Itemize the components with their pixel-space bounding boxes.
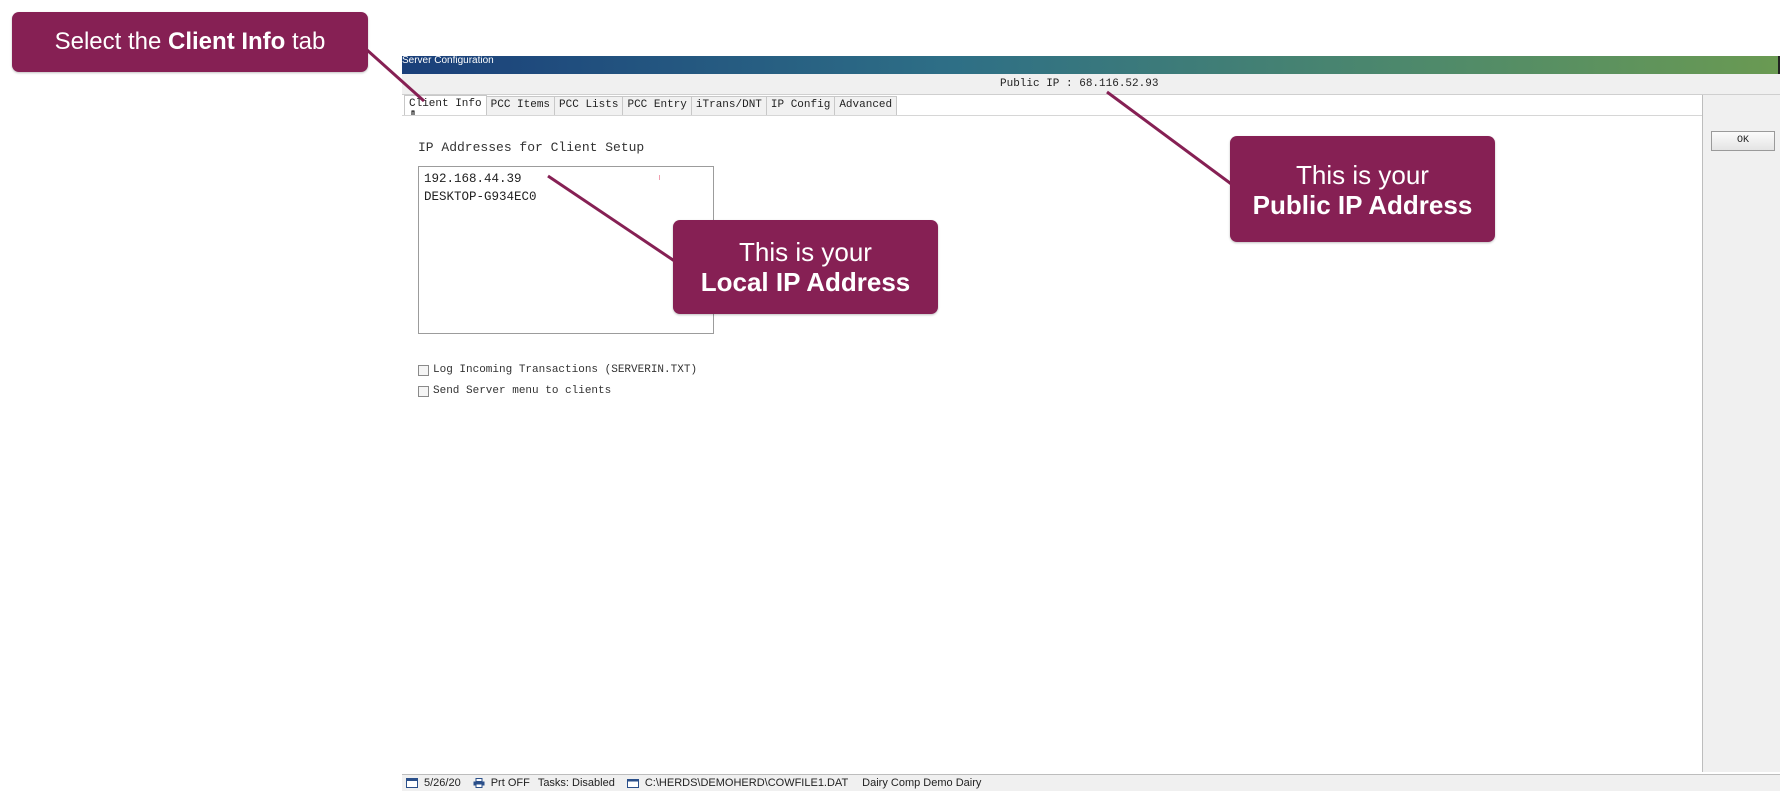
- tab-itrans-dnt[interactable]: iTrans/DNT: [690, 96, 767, 116]
- ip-address-list[interactable]: 192.168.44.39 DESKTOP-G934EC0: [418, 166, 714, 334]
- tab-pcc-lists[interactable]: PCC Lists: [554, 96, 624, 116]
- callout-line2: Local IP Address: [700, 267, 911, 297]
- status-file-path: C:\HERDS\DEMOHERD\COWFILE1.DAT: [644, 777, 849, 789]
- tab-ip-config[interactable]: IP Config: [765, 96, 836, 116]
- tab-pcc-items[interactable]: PCC Items: [485, 96, 556, 116]
- tab-strip: Client Info PCC Items PCC Lists PCC Entr…: [404, 95, 898, 116]
- ok-button[interactable]: OK: [1711, 131, 1775, 151]
- log-transactions-label: Log Incoming Transactions (SERVERIN.TXT): [433, 364, 698, 376]
- log-transactions-checkbox[interactable]: [418, 364, 429, 376]
- status-bar: 5/26/20 Prt OFF Tasks: Disabled C:\HERDS…: [402, 774, 1780, 791]
- hostname-entry[interactable]: DESKTOP-G934EC0: [424, 190, 537, 204]
- status-tasks: Tasks: Disabled: [537, 777, 615, 789]
- text-caret: [659, 175, 660, 180]
- client-info-callout: Select the Client Info tab: [12, 12, 368, 72]
- callout-bold: Client Info: [168, 28, 286, 55]
- title-bar: Server Configuration: [402, 55, 1780, 80]
- status-printer: Prt OFF: [490, 777, 530, 789]
- tab-advanced[interactable]: Advanced: [834, 96, 898, 116]
- callout-line2: Public IP Address: [1252, 190, 1473, 220]
- window-title: Server Configuration: [402, 55, 494, 66]
- log-transactions-option[interactable]: Log Incoming Transactions (SERVERIN.TXT): [418, 364, 697, 376]
- public-ip-readout: Public IP : 68.116.52.93: [1000, 78, 1159, 90]
- status-date: 5/26/20: [424, 777, 461, 789]
- callout-prefix: Select the: [54, 28, 169, 55]
- public-ip-callout: This is your Public IP Address: [1230, 136, 1495, 242]
- tab-pcc-entry[interactable]: PCC Entry: [622, 96, 692, 116]
- callout-line1: This is your: [1296, 160, 1429, 190]
- send-menu-checkbox[interactable]: [418, 385, 429, 397]
- callout-line1: This is your: [739, 237, 872, 267]
- callout-suffix: tab: [285, 28, 326, 55]
- ip-addresses-heading: IP Addresses for Client Setup: [418, 140, 645, 155]
- public-ip-bar: Public IP : 68.116.52.93: [402, 74, 1780, 95]
- local-ip-callout: This is your Local IP Address: [673, 220, 938, 314]
- folder-icon: [626, 779, 639, 788]
- calendar-icon: [406, 778, 418, 788]
- send-menu-option[interactable]: Send Server menu to clients: [418, 385, 611, 397]
- status-dairy-name: Dairy Comp Demo Dairy: [862, 777, 982, 789]
- button-panel: OK: [1702, 95, 1780, 772]
- server-configuration-window: Server Configuration Public IP : 68.116.…: [402, 55, 1780, 791]
- printer-icon: [473, 778, 485, 788]
- send-menu-label: Send Server menu to clients: [433, 385, 612, 397]
- local-ip-entry[interactable]: 192.168.44.39: [424, 172, 522, 186]
